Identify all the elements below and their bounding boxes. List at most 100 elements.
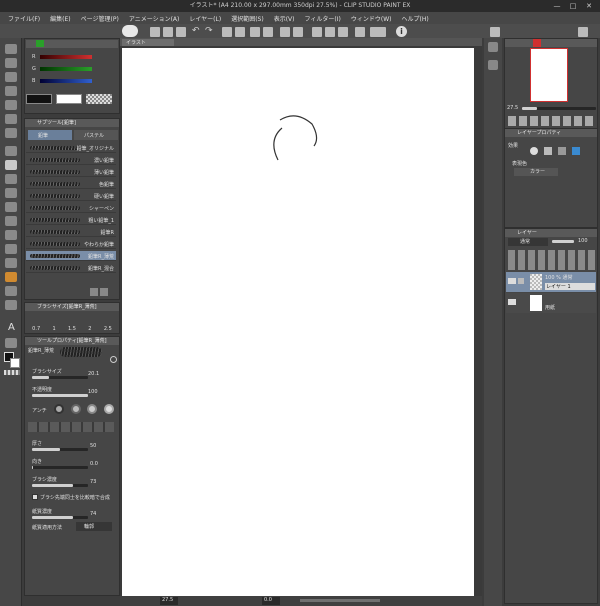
menu-page[interactable]: ページ管理(P)	[81, 14, 119, 23]
antialias-weak[interactable]	[70, 404, 81, 414]
deselect-icon[interactable]	[263, 27, 273, 37]
tool-property-menu-icon[interactable]	[110, 356, 117, 363]
antialias-strong[interactable]	[103, 404, 114, 414]
transparent-color-swatch[interactable]	[4, 370, 20, 375]
operation-tool-icon[interactable]	[5, 72, 17, 82]
navigator-zoom-slider[interactable]	[522, 107, 596, 110]
open-file-icon[interactable]	[163, 27, 173, 37]
subtool-brush-item[interactable]: シャーペン	[26, 203, 116, 213]
navigator-buttons[interactable]	[508, 116, 596, 126]
transform-icon[interactable]	[250, 27, 260, 37]
redo-icon[interactable]: ↷	[205, 26, 213, 36]
sub-color-swatch[interactable]	[10, 358, 20, 368]
fill-tool-icon[interactable]	[5, 244, 17, 254]
brush-size-item[interactable]: 0.7	[32, 326, 40, 332]
selection-tool-icon[interactable]	[5, 100, 17, 110]
eyedropper-tool-icon[interactable]	[5, 128, 17, 138]
menu-window[interactable]: ウィンドウ(W)	[351, 14, 392, 23]
gradient-tool-icon[interactable]	[5, 258, 17, 268]
menu-layer[interactable]: レイヤー(L)	[189, 14, 221, 23]
menu-edit[interactable]: 編集(E)	[50, 14, 70, 23]
subtool-brush-item[interactable]: 色鉛筆	[26, 179, 116, 189]
zoom-readout[interactable]: 27.5	[160, 597, 178, 605]
green-slider[interactable]	[40, 67, 92, 71]
subtool-brush-item[interactable]: 硬い鉛筆	[26, 191, 116, 201]
eye-icon[interactable]	[508, 299, 516, 305]
show-selection-icon[interactable]	[293, 27, 303, 37]
opacity-slider[interactable]	[32, 394, 88, 397]
sub-color-chip[interactable]	[56, 94, 82, 104]
extract-line-icon[interactable]	[544, 147, 552, 155]
move-layer-tool-icon[interactable]	[5, 86, 17, 96]
info-icon[interactable]: i	[396, 26, 407, 37]
antialias-none[interactable]	[54, 404, 64, 414]
density-slider[interactable]	[32, 484, 88, 487]
eraser-tool-icon[interactable]	[5, 216, 17, 226]
undo-icon[interactable]: ↶	[192, 26, 200, 36]
tab-pencil[interactable]: 鉛筆	[28, 130, 72, 140]
paper-method-dropdown[interactable]: 輪郭	[76, 522, 112, 531]
close-button[interactable]: ✕	[582, 1, 596, 11]
menu-file[interactable]: ファイル(F)	[8, 14, 40, 23]
layer-tool-buttons[interactable]	[508, 250, 596, 270]
zoom-tool-icon[interactable]	[5, 44, 17, 54]
antialias-mid[interactable]	[87, 404, 98, 414]
blend-mode-dropdown[interactable]: 通常	[508, 238, 548, 246]
navigator-preview[interactable]	[530, 48, 568, 102]
tab-pastel[interactable]: パステル	[74, 130, 118, 140]
pen-tool-icon[interactable]	[5, 146, 17, 156]
menu-animation[interactable]: アニメーション(A)	[129, 14, 180, 23]
maximize-button[interactable]: □	[566, 1, 580, 11]
pencil-tool-icon[interactable]	[5, 160, 17, 170]
snap-special-icon[interactable]	[338, 27, 348, 37]
menu-filter[interactable]: フィルター(I)	[305, 14, 341, 23]
snap-ruler-icon[interactable]	[312, 27, 322, 37]
layer-opacity-slider[interactable]	[552, 240, 574, 243]
copy-subtool-icon[interactable]	[90, 288, 98, 296]
subtool-brush-item[interactable]: 鉛筆R_混合	[26, 263, 116, 273]
border-effect-icon[interactable]	[530, 147, 538, 155]
menu-selection[interactable]: 選択範囲(S)	[231, 14, 264, 23]
transparent-chip[interactable]	[86, 94, 112, 104]
panel-toggle-icon[interactable]	[490, 27, 500, 37]
new-file-icon[interactable]	[150, 27, 160, 37]
color-wheel-tab-icon[interactable]	[36, 40, 44, 47]
delete-subtool-icon[interactable]	[100, 288, 108, 296]
layer-color-icon[interactable]	[572, 147, 580, 155]
text-tool-icon[interactable]: A	[8, 322, 15, 333]
clip-studio-icon[interactable]	[122, 25, 138, 37]
direction-slider[interactable]	[32, 466, 88, 469]
navigator-tab-icon[interactable]	[533, 39, 541, 47]
fill-icon[interactable]	[235, 27, 245, 37]
brush-size-item[interactable]: 1	[52, 326, 55, 332]
ruler-tool-icon[interactable]	[5, 300, 17, 310]
brush-size-slider[interactable]	[32, 376, 88, 379]
rotation-readout[interactable]: 0.0	[262, 597, 280, 605]
menu-view[interactable]: 表示(V)	[274, 14, 295, 23]
airbrush-tool-icon[interactable]	[5, 188, 17, 198]
workspace-icon[interactable]	[370, 27, 386, 37]
main-color-chip[interactable]	[26, 94, 52, 104]
figure-tool-icon[interactable]	[5, 272, 17, 282]
horizontal-scrollbar[interactable]	[300, 599, 380, 602]
vertical-scrollbar[interactable]	[474, 48, 482, 596]
quick-access-icon[interactable]	[488, 42, 498, 52]
red-slider[interactable]	[40, 55, 92, 59]
subtool-brush-item[interactable]: 薄い鉛筆	[26, 167, 116, 177]
brush-size-item[interactable]: 2	[88, 326, 91, 332]
canvas-tab[interactable]: イラスト	[122, 39, 174, 46]
texture-overlap-checkbox[interactable]	[32, 494, 38, 500]
subtool-brush-item[interactable]: 鉛筆R_薄荒	[26, 251, 116, 261]
clear-icon[interactable]	[222, 27, 232, 37]
frame-tool-icon[interactable]	[5, 286, 17, 296]
balloon-tool-icon[interactable]	[5, 338, 17, 348]
material-icon[interactable]	[488, 60, 498, 70]
brush-size-item[interactable]: 1.5	[68, 326, 76, 332]
subtool-brush-item[interactable]: 粗い鉛筆_1	[26, 215, 116, 225]
brush-shape-presets[interactable]	[28, 422, 114, 432]
pen-pressure-icon[interactable]	[355, 27, 365, 37]
move-tool-icon[interactable]	[5, 58, 17, 68]
eye-icon[interactable]	[508, 278, 516, 284]
blend-tool-icon[interactable]	[5, 230, 17, 240]
invert-selection-icon[interactable]	[280, 27, 290, 37]
